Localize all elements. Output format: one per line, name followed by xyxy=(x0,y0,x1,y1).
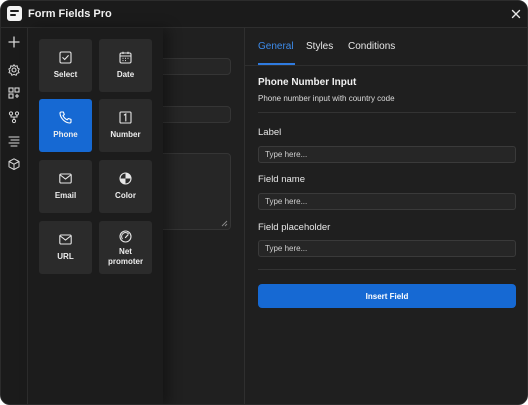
layout-grid-icon[interactable] xyxy=(7,86,21,100)
envelope-icon xyxy=(59,173,72,184)
phone-icon xyxy=(59,111,72,124)
tile-label: Date xyxy=(116,70,135,79)
app-window: Form Fields Pro Select Date Phone Number… xyxy=(0,0,528,405)
settings-panel: General Styles Conditions Phone Number I… xyxy=(245,28,527,404)
tile-label: URL xyxy=(57,252,74,261)
number-box-icon xyxy=(119,111,132,124)
app-logo-icon xyxy=(7,6,22,21)
tile-label: Color xyxy=(115,191,136,200)
gear-icon[interactable] xyxy=(7,63,21,77)
add-icon[interactable] xyxy=(7,35,21,49)
tile-label: Phone xyxy=(53,130,78,139)
tile-label: Net promoter xyxy=(107,247,144,266)
workflow-icon[interactable] xyxy=(7,110,21,124)
calendar-icon xyxy=(119,51,132,64)
color-wheel-icon xyxy=(119,172,132,185)
align-lines-icon[interactable] xyxy=(7,134,21,148)
checkbox-icon xyxy=(59,51,72,64)
section-divider xyxy=(258,112,516,113)
resize-handle-icon[interactable] xyxy=(221,220,228,227)
field-type-number[interactable]: Number xyxy=(99,99,152,152)
tabs-divider xyxy=(245,65,527,66)
field-name-input[interactable] xyxy=(258,193,516,210)
field-type-url[interactable]: URL xyxy=(39,221,92,274)
active-tab-indicator xyxy=(258,63,295,65)
label-field-label: Label xyxy=(258,127,282,138)
tab-styles[interactable]: Styles xyxy=(306,41,333,52)
name-field-label: Field name xyxy=(258,174,305,185)
section-divider xyxy=(258,269,516,270)
label-input[interactable] xyxy=(258,146,516,163)
tab-conditions[interactable]: Conditions xyxy=(348,41,395,52)
cube-icon[interactable] xyxy=(7,157,21,171)
close-icon[interactable] xyxy=(509,7,523,21)
field-type-net-promoter[interactable]: Net promoter xyxy=(99,221,152,274)
field-type-picker: Select Date Phone Number Email Color URL… xyxy=(28,28,163,404)
title-bar: Form Fields Pro xyxy=(1,1,527,28)
settings-title: Phone Number Input xyxy=(258,77,357,88)
field-type-date[interactable]: Date xyxy=(99,39,152,92)
field-type-select[interactable]: Select xyxy=(39,39,92,92)
side-rail xyxy=(1,28,28,404)
tab-general[interactable]: General xyxy=(258,41,294,52)
field-placeholder-input[interactable] xyxy=(258,240,516,257)
placeholder-field-label: Field placeholder xyxy=(258,222,331,233)
settings-description: Phone number input with country code xyxy=(258,94,395,103)
envelope-icon xyxy=(59,234,72,245)
gauge-icon xyxy=(119,230,132,243)
app-title: Form Fields Pro xyxy=(28,8,112,20)
tile-label: Email xyxy=(54,191,77,200)
tile-label: Select xyxy=(53,70,78,79)
tile-label: Number xyxy=(110,130,141,139)
field-type-email[interactable]: Email xyxy=(39,160,92,213)
field-type-color[interactable]: Color xyxy=(99,160,152,213)
insert-field-button[interactable]: Insert Field xyxy=(258,284,516,308)
field-type-phone[interactable]: Phone xyxy=(39,99,92,152)
